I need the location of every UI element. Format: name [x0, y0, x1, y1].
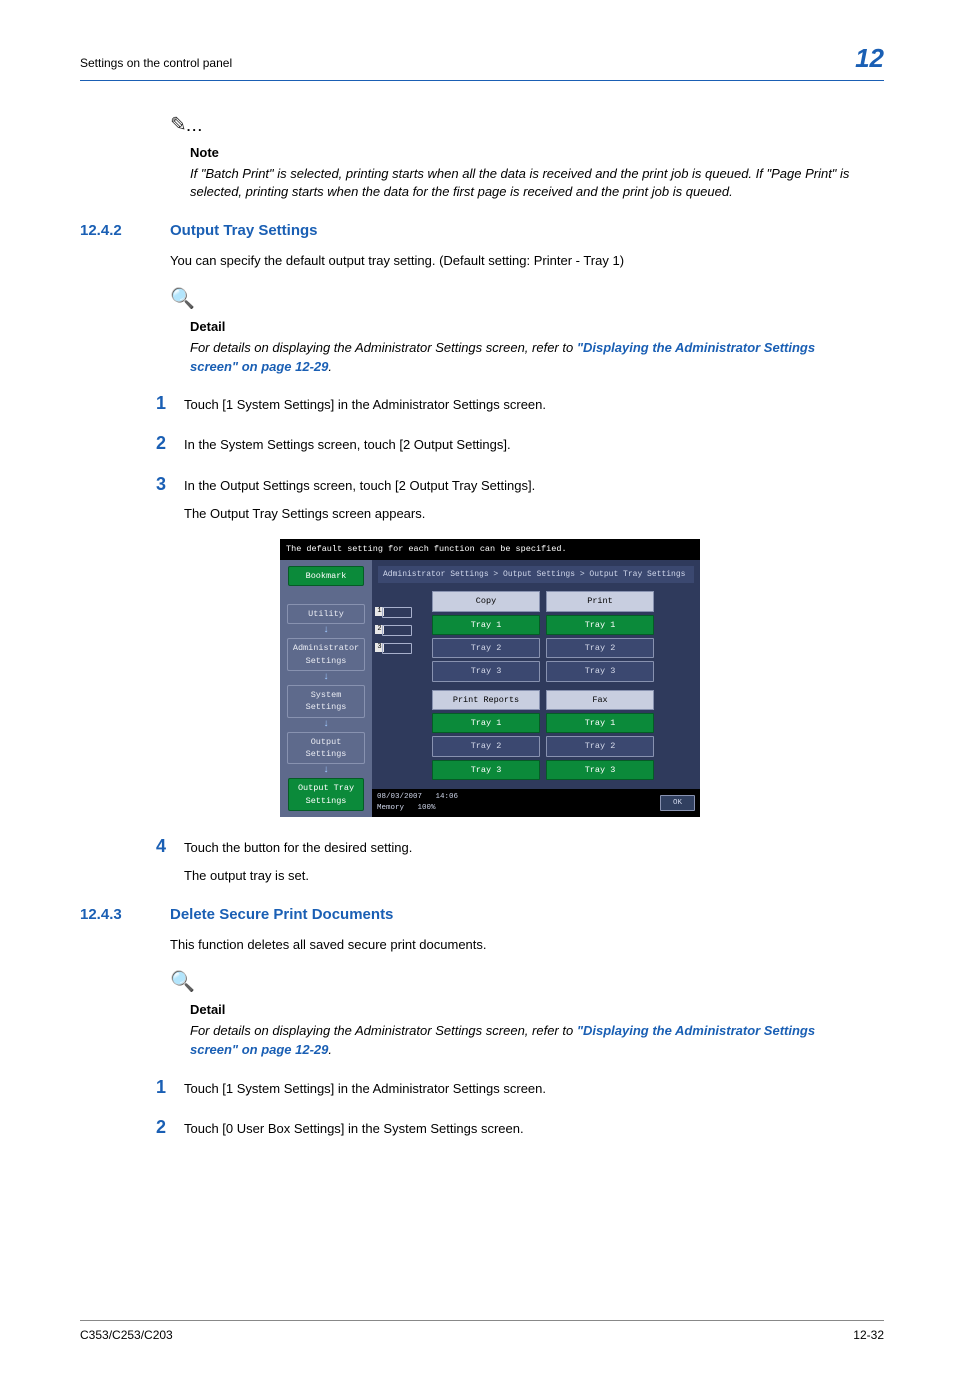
section-heading: 12.4.3 Delete Secure Print Documents — [80, 904, 884, 926]
status-memory-value: 100% — [418, 804, 436, 812]
option-fax-tray3[interactable]: Tray 3 — [546, 760, 654, 780]
column-print: Print Tray 1 Tray 2 Tray 3 — [546, 591, 654, 681]
step-number: 1 — [150, 1074, 166, 1100]
status-memory-label: Memory — [377, 804, 404, 812]
step-result: The Output Tray Settings screen appears. — [184, 505, 884, 524]
detail-post: . — [328, 1042, 332, 1057]
section-intro: This function deletes all saved secure p… — [170, 936, 884, 955]
breadcrumb: Administrator Settings > Output Settings… — [378, 566, 694, 584]
screenshot-output-tray-settings: The default setting for each function ca… — [280, 539, 700, 816]
detail-title: Detail — [190, 318, 860, 337]
sidebar-system-settings[interactable]: System Settings — [287, 685, 365, 718]
page-header: Settings on the control panel 12 — [80, 40, 884, 81]
step-text: In the Output Settings screen, touch [2 … — [184, 477, 884, 496]
column-header-print: Print — [546, 591, 654, 611]
option-reports-tray3[interactable]: Tray 3 — [432, 760, 540, 780]
step-item: 1 Touch [1 System Settings] in the Admin… — [150, 1074, 884, 1100]
screen-sidebar: Bookmark Utility ↓ Administrator Setting… — [280, 560, 372, 817]
tray-illustration: 1 2 3 — [378, 605, 426, 659]
step-item: 2 Touch [0 User Box Settings] in the Sys… — [150, 1114, 884, 1140]
step-result: The output tray is set. — [184, 867, 884, 886]
footer-page-number: 12-32 — [853, 1327, 884, 1344]
step-item: 1 Touch [1 System Settings] in the Admin… — [150, 390, 884, 416]
header-section-title: Settings on the control panel — [80, 55, 232, 72]
column-header-copy: Copy — [432, 591, 540, 611]
arrow-down-icon: ↓ — [323, 768, 329, 774]
section-number: 12.4.3 — [80, 904, 150, 926]
option-print-tray2[interactable]: Tray 2 — [546, 638, 654, 658]
step-text: Touch the button for the desired setting… — [184, 839, 884, 858]
step-text: Touch [0 User Box Settings] in the Syste… — [184, 1120, 884, 1139]
section-title: Output Tray Settings — [170, 220, 884, 242]
note-block: ✎... Note If "Batch Print" is selected, … — [190, 111, 860, 203]
page-footer: C353/C253/C203 12-32 — [80, 1320, 884, 1344]
section-intro: You can specify the default output tray … — [170, 252, 884, 271]
sidebar-admin-settings[interactable]: Administrator Settings — [287, 638, 365, 671]
step-number: 2 — [150, 1114, 166, 1140]
option-reports-tray1[interactable]: Tray 1 — [432, 713, 540, 733]
detail-pre: For details on displaying the Administra… — [190, 340, 577, 355]
sidebar-utility[interactable]: Utility — [287, 604, 365, 624]
status-time: 14:06 — [436, 793, 459, 801]
column-header-reports: Print Reports — [432, 690, 540, 710]
detail-block: 🔍 Detail For details on displaying the A… — [190, 285, 860, 377]
detail-post: . — [328, 359, 332, 374]
section-heading: 12.4.2 Output Tray Settings — [80, 220, 884, 242]
pencil-icon: ✎ — [170, 111, 187, 140]
option-print-tray1[interactable]: Tray 1 — [546, 615, 654, 635]
ok-button[interactable]: OK — [660, 795, 695, 812]
arrow-down-icon: ↓ — [323, 628, 329, 634]
step-item: 4 Touch the button for the desired setti… — [150, 833, 884, 859]
detail-body: For details on displaying the Administra… — [190, 339, 860, 377]
section-number: 12.4.2 — [80, 220, 150, 242]
option-print-tray3[interactable]: Tray 3 — [546, 661, 654, 681]
step-number: 1 — [150, 390, 166, 416]
section-title: Delete Secure Print Documents — [170, 904, 884, 926]
sidebar-output-settings[interactable]: Output Settings — [287, 732, 365, 765]
option-copy-tray2[interactable]: Tray 2 — [432, 638, 540, 658]
chapter-number: 12 — [855, 40, 884, 78]
footer-model: C353/C253/C203 — [80, 1327, 173, 1344]
detail-block: 🔍 Detail For details on displaying the A… — [190, 968, 860, 1060]
bookmark-button[interactable]: Bookmark — [288, 566, 364, 586]
column-reports: Print Reports Tray 1 Tray 2 Tray 3 — [432, 690, 540, 780]
status-date: 08/03/2007 — [377, 793, 422, 801]
option-fax-tray2[interactable]: Tray 2 — [546, 736, 654, 756]
detail-pre: For details on displaying the Administra… — [190, 1023, 577, 1038]
step-item: 3 In the Output Settings screen, touch [… — [150, 471, 884, 497]
column-copy: Copy Tray 1 Tray 2 Tray 3 — [432, 591, 540, 681]
detail-title: Detail — [190, 1001, 860, 1020]
step-text: Touch [1 System Settings] in the Adminis… — [184, 1080, 884, 1099]
screen-prompt: The default setting for each function ca… — [280, 539, 700, 559]
note-title: Note — [190, 144, 860, 163]
step-number: 2 — [150, 430, 166, 456]
step-text: Touch [1 System Settings] in the Adminis… — [184, 396, 884, 415]
screen-main: Administrator Settings > Output Settings… — [372, 560, 700, 817]
column-fax: Fax Tray 1 Tray 2 Tray 3 — [546, 690, 654, 780]
column-header-fax: Fax — [546, 690, 654, 710]
magnifier-icon: 🔍 — [170, 968, 195, 997]
step-text: In the System Settings screen, touch [2 … — [184, 436, 884, 455]
magnifier-icon: 🔍 — [170, 285, 195, 314]
note-body: If "Batch Print" is selected, printing s… — [190, 165, 860, 203]
step-number: 4 — [150, 833, 166, 859]
arrow-down-icon: ↓ — [323, 722, 329, 728]
step-number: 3 — [150, 471, 166, 497]
option-copy-tray1[interactable]: Tray 1 — [432, 615, 540, 635]
arrow-down-icon: ↓ — [323, 675, 329, 681]
step-item: 2 In the System Settings screen, touch [… — [150, 430, 884, 456]
sidebar-output-tray-settings[interactable]: Output Tray Settings — [288, 778, 364, 811]
status-bar: 08/03/2007 14:06 Memory 100% OK — [372, 789, 700, 817]
option-reports-tray2[interactable]: Tray 2 — [432, 736, 540, 756]
detail-body: For details on displaying the Administra… — [190, 1022, 860, 1060]
option-fax-tray1[interactable]: Tray 1 — [546, 713, 654, 733]
option-copy-tray3[interactable]: Tray 3 — [432, 661, 540, 681]
